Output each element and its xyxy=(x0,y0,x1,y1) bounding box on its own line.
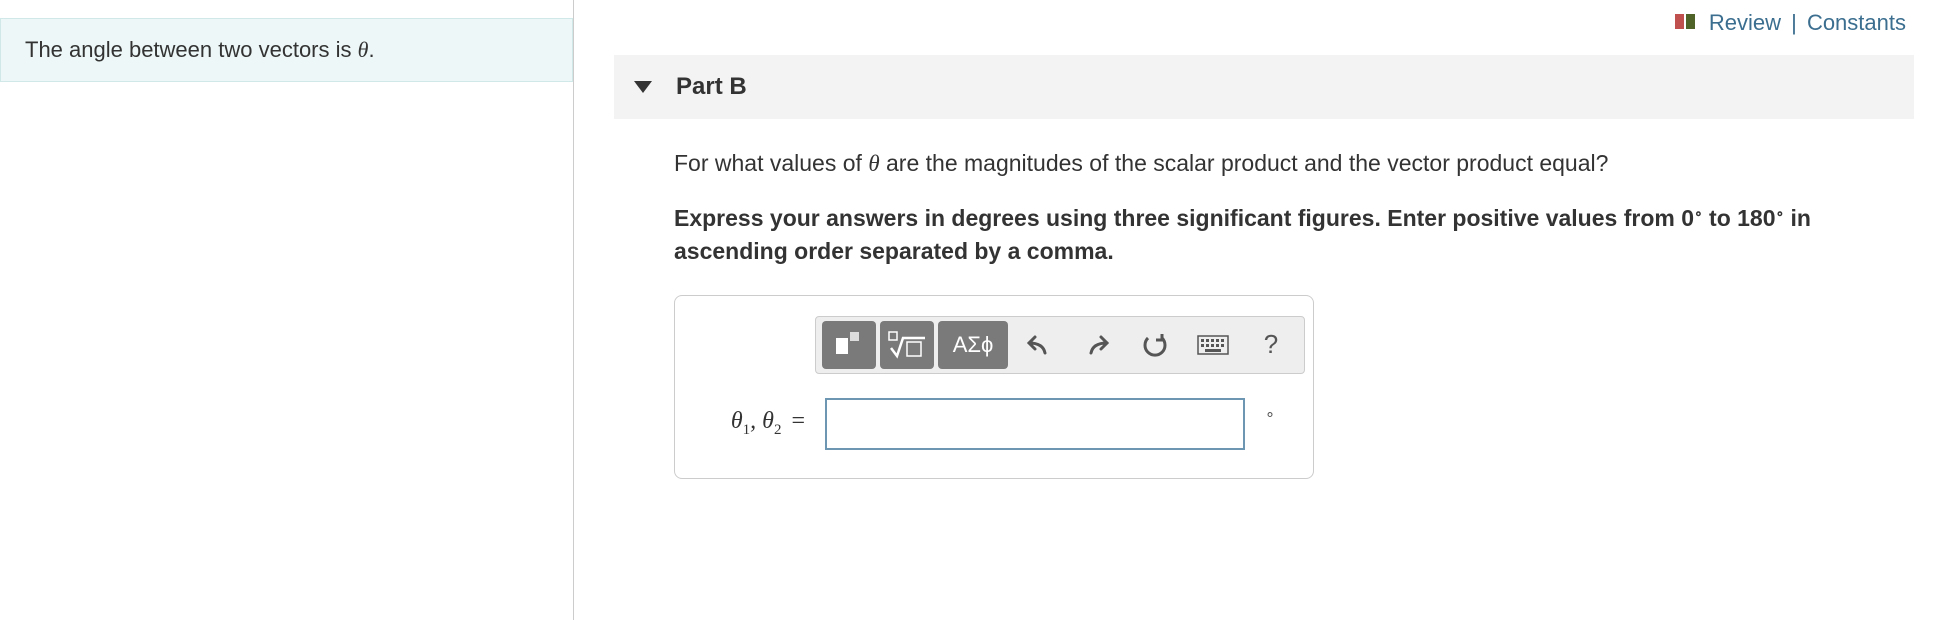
reset-icon xyxy=(1142,332,1168,358)
equation-toolbar: ΑΣϕ xyxy=(815,316,1305,374)
reset-button[interactable] xyxy=(1128,321,1182,369)
answer-unit: ∘ xyxy=(1265,404,1275,424)
review-link[interactable]: Review xyxy=(1709,10,1781,35)
math-root-icon xyxy=(887,330,927,360)
undo-button[interactable] xyxy=(1012,321,1066,369)
intro-text: The angle between two vectors is θ. xyxy=(25,37,375,62)
greek-letters-button[interactable]: ΑΣϕ xyxy=(938,321,1008,369)
book-icon xyxy=(1675,11,1697,37)
math-root-button[interactable] xyxy=(880,321,934,369)
answer-row: θ1, θ2 = ∘ xyxy=(695,398,1281,450)
right-panel: Review | Constants Part B For what value… xyxy=(574,0,1944,620)
constants-link[interactable]: Constants xyxy=(1807,10,1906,35)
redo-icon xyxy=(1083,333,1111,357)
question-text: For what values of θ are the magnitudes … xyxy=(674,147,1904,180)
answer-label: θ1, θ2 = xyxy=(695,408,805,439)
template-icon xyxy=(832,330,866,360)
left-panel: The angle between two vectors is θ. xyxy=(0,0,574,620)
answer-input[interactable] xyxy=(825,398,1245,450)
instruction-text: Express your answers in degrees using th… xyxy=(674,202,1904,266)
redo-button[interactable] xyxy=(1070,321,1124,369)
answer-box: ΑΣϕ xyxy=(674,295,1314,479)
question-body: For what values of θ are the magnitudes … xyxy=(614,147,1914,479)
undo-icon xyxy=(1025,333,1053,357)
template-button[interactable] xyxy=(822,321,876,369)
link-separator: | xyxy=(1791,10,1797,35)
part-header[interactable]: Part B xyxy=(614,55,1914,119)
collapse-triangle-icon xyxy=(634,81,652,93)
keyboard-button[interactable] xyxy=(1186,321,1240,369)
top-links: Review | Constants xyxy=(614,0,1914,55)
problem-intro: The angle between two vectors is θ. xyxy=(0,18,573,82)
keyboard-icon xyxy=(1197,335,1229,355)
part-title: Part B xyxy=(676,73,747,101)
help-button[interactable]: ? xyxy=(1244,321,1298,369)
